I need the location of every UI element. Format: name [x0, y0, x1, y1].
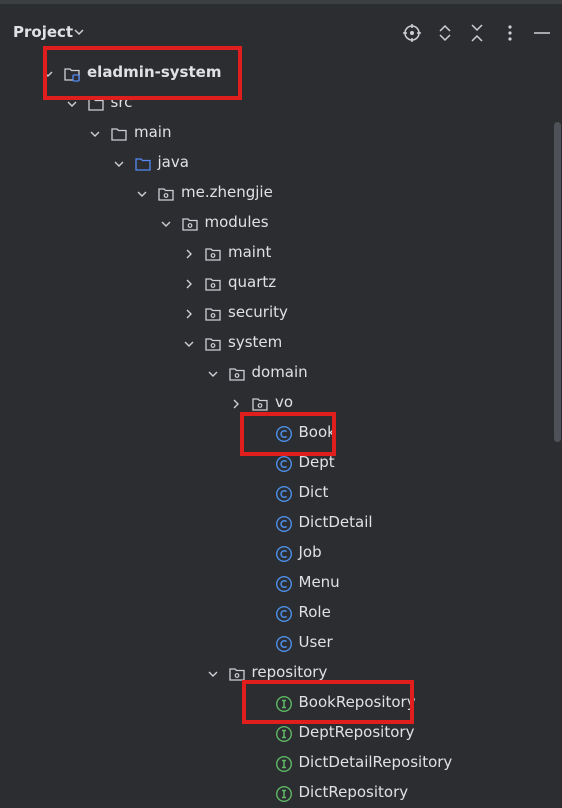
- tree-item-label: system: [228, 333, 283, 351]
- tree-item-user[interactable]: User: [0, 628, 550, 658]
- expand-all-icon[interactable]: [435, 23, 455, 43]
- package-icon: [204, 245, 222, 263]
- chevron-down-icon[interactable]: [112, 156, 126, 170]
- tree-item-label: Role: [298, 603, 331, 621]
- class-icon: [275, 485, 293, 503]
- package-icon: [204, 305, 222, 323]
- tree-item-java[interactable]: java: [0, 148, 550, 178]
- class-icon: [275, 515, 293, 533]
- tree-item-menu[interactable]: Menu: [0, 568, 550, 598]
- tree-item-label: Job: [298, 543, 322, 561]
- chevron-down-icon[interactable]: [135, 186, 149, 200]
- class-icon: [275, 605, 293, 623]
- project-view-title[interactable]: Project: [13, 23, 73, 41]
- package-icon: [181, 215, 199, 233]
- chevron-down-icon[interactable]: [72, 25, 86, 39]
- tree-item-label: DictDetail: [298, 513, 373, 531]
- class-icon: [275, 575, 293, 593]
- tree-item-maint[interactable]: maint: [0, 238, 550, 268]
- class-icon: [275, 455, 293, 473]
- tree-item-dictdetailrepository[interactable]: DictDetailRepository: [0, 748, 550, 778]
- highlight-box-bookrepository: [242, 680, 414, 724]
- interface-icon: [275, 755, 293, 773]
- chevron-right-icon[interactable]: [182, 276, 196, 290]
- tree-item-label: modules: [204, 213, 269, 231]
- class-icon: [275, 635, 293, 653]
- tree-item-label: repository: [251, 663, 328, 681]
- tree-item-main[interactable]: main: [0, 118, 550, 148]
- tree-item-label: DictDetailRepository: [298, 753, 453, 771]
- vertical-scrollbar[interactable]: [554, 122, 561, 442]
- tree-item-role[interactable]: Role: [0, 598, 550, 628]
- package-icon: [204, 335, 222, 353]
- interface-icon: [275, 725, 293, 743]
- tree-item-me-zhengjie[interactable]: me.zhengjie: [0, 178, 550, 208]
- tree-item-security[interactable]: security: [0, 298, 550, 328]
- chevron-down-icon[interactable]: [206, 366, 220, 380]
- chevron-down-icon[interactable]: [206, 666, 220, 680]
- source-folder-icon: [134, 155, 152, 173]
- tree-item-label: maint: [228, 243, 272, 261]
- chevron-down-icon[interactable]: [159, 216, 173, 230]
- chevron-down-icon[interactable]: [88, 126, 102, 140]
- chevron-right-icon[interactable]: [229, 396, 243, 410]
- tree-item-label: quartz: [228, 273, 277, 291]
- chevron-right-icon[interactable]: [182, 246, 196, 260]
- tree-item-domain[interactable]: domain: [0, 358, 550, 388]
- more-options-icon[interactable]: [500, 23, 520, 43]
- chevron-down-icon[interactable]: [182, 336, 196, 350]
- tree-item-label: vo: [275, 393, 294, 411]
- tree-item-dict[interactable]: Dict: [0, 478, 550, 508]
- chevron-right-icon[interactable]: [182, 306, 196, 320]
- tree-item-label: DeptRepository: [298, 723, 415, 741]
- tree-item-label: Menu: [298, 573, 340, 591]
- interface-icon: [275, 785, 293, 803]
- package-icon: [228, 365, 246, 383]
- tree-item-dictrepository[interactable]: DictRepository: [0, 778, 550, 808]
- tree-item-quartz[interactable]: quartz: [0, 268, 550, 298]
- collapse-all-icon[interactable]: [467, 23, 487, 43]
- tree-item-dictdetail[interactable]: DictDetail: [0, 508, 550, 538]
- minimize-icon[interactable]: [532, 23, 552, 43]
- tree-item-label: java: [157, 153, 189, 171]
- tree-item-modules[interactable]: modules: [0, 208, 550, 238]
- package-icon: [204, 275, 222, 293]
- tree-item-system[interactable]: system: [0, 328, 550, 358]
- locate-crosshair-icon[interactable]: [402, 23, 422, 43]
- highlight-box-book: [240, 412, 336, 456]
- tree-item-label: security: [228, 303, 288, 321]
- tree-item-label: User: [298, 633, 333, 651]
- tree-item-job[interactable]: Job: [0, 538, 550, 568]
- tree-item-label: domain: [251, 363, 308, 381]
- class-icon: [275, 545, 293, 563]
- package-icon: [251, 395, 269, 413]
- highlight-box-eladmin-system: [43, 46, 242, 100]
- package-icon: [157, 185, 175, 203]
- tree-item-label: main: [134, 123, 172, 141]
- tree-item-label: DictRepository: [298, 783, 409, 801]
- folder-icon: [110, 125, 128, 143]
- tree-item-label: me.zhengjie: [181, 183, 273, 201]
- tree-item-label: Dict: [298, 483, 329, 501]
